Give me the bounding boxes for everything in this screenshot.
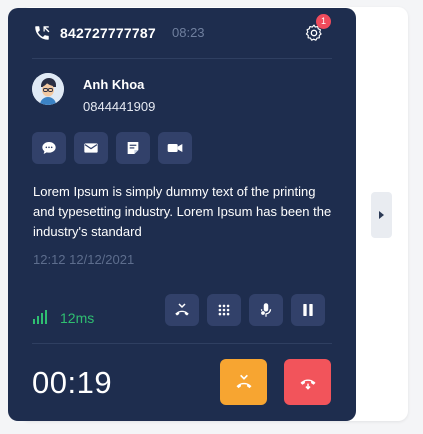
email-button[interactable] [74, 132, 108, 164]
chat-button[interactable] [32, 132, 66, 164]
transfer-icon [236, 374, 251, 389]
latency-value: 12ms [60, 310, 95, 326]
call-start-time: 08:23 [172, 25, 205, 40]
canvas: 842727777787 08:23 1 Anh Khoa 0844441909… [0, 0, 423, 434]
caller-number: 842727777787 [60, 25, 156, 41]
call-controls [165, 294, 325, 326]
notification-badge: 1 [316, 14, 331, 29]
note-timestamp: 12:12 12/12/2021 [33, 252, 135, 267]
mail-icon [84, 143, 98, 153]
note-button[interactable] [116, 132, 150, 164]
call-header: 842727777787 08:23 1 [8, 8, 356, 58]
hang-up-icon [300, 379, 315, 390]
forward-call-button[interactable] [220, 359, 267, 405]
video-icon [167, 144, 183, 152]
keypad-button[interactable] [207, 294, 241, 326]
transfer-icon [175, 303, 189, 316]
chat-icon [42, 142, 56, 154]
contact-name: Anh Khoa [83, 77, 145, 92]
keypad-icon [218, 304, 230, 316]
hang-up-button[interactable] [284, 359, 331, 405]
pause-button[interactable] [291, 294, 325, 326]
call-note: Lorem Ipsum is simply dummy text of the … [33, 184, 332, 239]
video-call-button[interactable] [158, 132, 192, 164]
contact-phone: 0844441909 [83, 99, 156, 114]
signal-icon [33, 310, 47, 324]
pause-icon [303, 304, 313, 316]
call-card: 842727777787 08:23 1 Anh Khoa 0844441909… [8, 8, 356, 421]
mute-button[interactable] [249, 294, 283, 326]
note-icon [127, 142, 139, 154]
footer-divider [32, 343, 332, 344]
avatar [32, 73, 64, 105]
contact-info: Anh Khoa 0844441909 [32, 72, 332, 116]
phone-incoming-icon [35, 26, 50, 40]
avatar-illustration-icon [32, 73, 64, 105]
header-divider [32, 58, 332, 59]
call-duration: 00:19 [32, 365, 113, 400]
expand-panel-button[interactable] [371, 192, 392, 238]
contact-actions [32, 132, 192, 164]
transfer-call-button[interactable] [165, 294, 199, 326]
microphone-icon [260, 303, 272, 317]
chevron-right-icon [379, 211, 384, 219]
